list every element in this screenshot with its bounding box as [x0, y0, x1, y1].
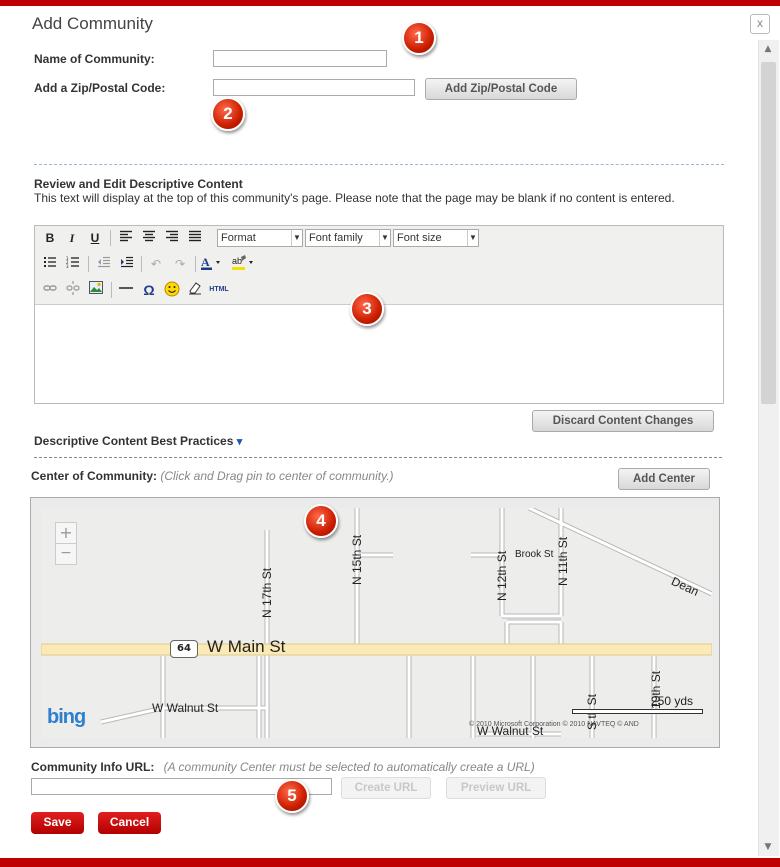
chevron-down-icon: ▾: [236, 436, 243, 448]
zip-code-input[interactable]: [213, 79, 415, 96]
zoom-out-button[interactable]: −: [55, 543, 77, 565]
text-color-icon[interactable]: A: [200, 255, 220, 273]
link-icon[interactable]: [41, 281, 59, 299]
bold-button[interactable]: B: [41, 229, 59, 247]
callout-badge-2: 2: [211, 97, 245, 131]
top-accent-bar: [0, 0, 780, 6]
scale-bar: [572, 709, 703, 714]
chevron-down-icon: ▼: [291, 230, 302, 246]
center-label: Center of Community: (Click and Drag pin…: [31, 469, 394, 483]
street-label-walnut: W Walnut St: [152, 701, 219, 715]
special-character-button[interactable]: Ω: [140, 281, 158, 299]
street-label-n12: N 12th St: [495, 550, 509, 601]
url-hint: (A community Center must be selected to …: [163, 760, 535, 774]
community-name-label: Name of Community:: [34, 52, 155, 66]
toolbar-separator: [88, 256, 89, 272]
scale-label: 250 yds: [651, 694, 694, 708]
cancel-button[interactable]: Cancel: [98, 812, 161, 834]
svg-text:ab: ab: [232, 256, 242, 266]
url-label: Community Info URL:: [31, 760, 155, 774]
street-label-n11: N 11th St: [556, 536, 570, 586]
center-hint: (Click and Drag pin to center of communi…: [160, 469, 394, 483]
font-family-select[interactable]: Font family ▼: [305, 229, 391, 247]
section-divider: [34, 457, 722, 458]
section-divider: [34, 164, 724, 165]
bing-logo: bing: [47, 706, 86, 728]
svg-text:A: A: [201, 255, 210, 269]
street-label-n15: N 15th St: [350, 534, 364, 585]
callout-badge-1: 1: [402, 21, 436, 55]
map-canvas[interactable]: + − 64 W Main St W Walnut St W Walnut St…: [41, 508, 712, 738]
justify-icon[interactable]: [186, 229, 204, 247]
toolbar-separator: [195, 256, 196, 272]
scroll-up-arrow-icon[interactable]: ▲: [761, 42, 775, 56]
font-family-select-value: Font family: [309, 232, 363, 244]
italic-button[interactable]: I: [63, 229, 81, 247]
url-label-row: Community Info URL: (A community Center …: [31, 760, 535, 774]
align-right-icon[interactable]: [163, 229, 181, 247]
center-label-text: Center of Community:: [31, 469, 157, 483]
street-label-n17: N 17th St: [260, 567, 274, 618]
indent-icon[interactable]: [118, 255, 136, 273]
zip-code-label: Add a Zip/Postal Code:: [34, 81, 166, 95]
toolbar-separator: [110, 230, 111, 246]
map-frame: + − 64 W Main St W Walnut St W Walnut St…: [30, 497, 720, 748]
format-select-value: Format: [221, 232, 256, 244]
close-button[interactable]: x: [750, 14, 770, 34]
callout-badge-4: 4: [304, 504, 338, 538]
align-left-icon[interactable]: [117, 229, 135, 247]
svg-text:3: 3: [66, 264, 69, 268]
community-name-input[interactable]: [213, 50, 387, 67]
discard-content-button[interactable]: Discard Content Changes: [532, 410, 714, 432]
underline-button[interactable]: U: [86, 229, 104, 247]
zoom-in-button[interactable]: +: [55, 522, 77, 544]
street-label-brook: Brook St: [515, 549, 554, 560]
add-zip-button[interactable]: Add Zip/Postal Code: [425, 78, 577, 100]
map-copyright: © 2010 Microsoft Corporation © 2010 NAVT…: [469, 721, 639, 728]
dialog-title: Add Community: [32, 14, 153, 33]
chevron-down-icon: ▼: [467, 230, 478, 246]
add-center-button[interactable]: Add Center: [618, 468, 710, 490]
font-size-select-value: Font size: [397, 232, 442, 244]
chevron-down-icon: ▼: [379, 230, 390, 246]
content-description: This text will display at the top of thi…: [34, 191, 675, 205]
content-heading: Review and Edit Descriptive Content: [34, 177, 243, 191]
save-button[interactable]: Save: [31, 812, 84, 834]
html-source-button[interactable]: HTML: [206, 281, 232, 299]
toolbar-separator: [111, 282, 112, 298]
highlight-color-icon[interactable]: ab: [231, 255, 253, 273]
undo-icon[interactable]: ↶: [147, 255, 165, 273]
best-practices-label: Descriptive Content Best Practices: [34, 434, 234, 448]
eraser-icon[interactable]: [186, 281, 204, 299]
unlink-icon[interactable]: [64, 281, 82, 299]
street-label-main: W Main St: [207, 637, 286, 656]
emoticon-icon[interactable]: [163, 281, 181, 299]
route-shield: 64: [170, 640, 198, 658]
image-icon[interactable]: [87, 281, 105, 299]
create-url-button[interactable]: Create URL: [341, 777, 431, 799]
editor-toolbar: B I U Format ▼ Font family ▼ Font size ▼ 12…: [35, 226, 723, 305]
font-size-select[interactable]: Font size ▼: [393, 229, 479, 247]
horizontal-rule-icon[interactable]: [117, 281, 135, 299]
redo-icon[interactable]: ↷: [171, 255, 189, 273]
scrollbar-thumb[interactable]: [761, 62, 776, 404]
map-roads: [41, 508, 712, 738]
preview-url-button[interactable]: Preview URL: [446, 777, 546, 799]
callout-badge-5: 5: [275, 779, 309, 813]
best-practices-link[interactable]: Descriptive Content Best Practices ▾: [34, 434, 242, 448]
scroll-down-arrow-icon[interactable]: ▼: [761, 840, 775, 854]
format-select[interactable]: Format ▼: [217, 229, 303, 247]
toolbar-separator: [141, 256, 142, 272]
callout-badge-3: 3: [350, 292, 384, 326]
bullet-list-icon[interactable]: [41, 255, 59, 273]
bottom-accent-bar: [0, 858, 780, 867]
align-center-icon[interactable]: [140, 229, 158, 247]
numbered-list-icon[interactable]: 123: [64, 255, 82, 273]
outdent-icon[interactable]: [95, 255, 113, 273]
vertical-scrollbar[interactable]: ▲ ▼: [758, 40, 779, 856]
